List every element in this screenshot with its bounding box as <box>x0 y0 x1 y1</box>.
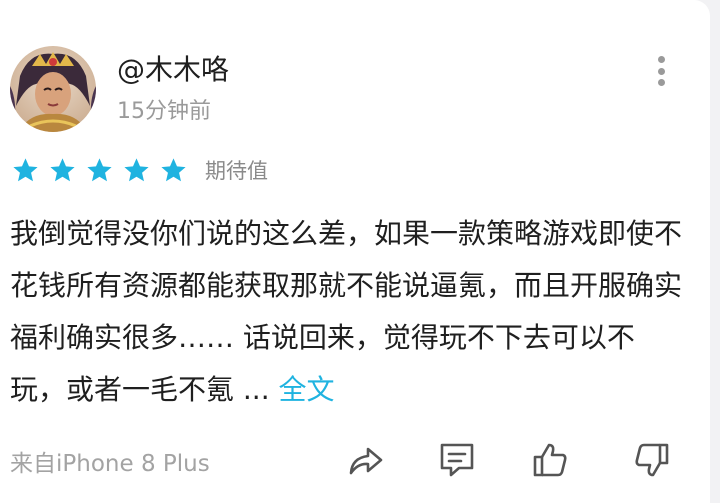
more-dot <box>657 56 665 63</box>
review-text: 我倒觉得没你们说的这么差，如果一款策略游戏即使不花钱所有资源都能获取那就不能说逼… <box>10 208 690 416</box>
rating-label: 期待值 <box>205 159 268 183</box>
thumbs-up-icon <box>533 443 567 477</box>
username[interactable]: @木木咯 <box>117 52 229 88</box>
more-dot <box>657 67 665 75</box>
comment-icon <box>440 443 474 477</box>
star-icon <box>161 157 186 181</box>
star-icon <box>87 157 112 181</box>
star-icon <box>124 157 149 181</box>
star-icon <box>50 157 75 181</box>
star-rating <box>10 156 189 185</box>
comment-button[interactable] <box>435 440 479 480</box>
star-icon <box>13 157 38 181</box>
share-button[interactable] <box>344 440 388 480</box>
post-time: 15分钟前 <box>117 99 211 124</box>
device-label: 来自iPhone 8 Plus <box>10 451 210 477</box>
review-card: @木木咯 15分钟前 期待值 我倒觉得没你们说的这么差，如果一款策略游戏即使不花… <box>0 0 710 503</box>
action-bar: 来自iPhone 8 Plus <box>10 440 690 480</box>
avatar-image <box>10 46 96 132</box>
more-vertical-icon[interactable] <box>648 56 674 86</box>
thumbs-down-icon <box>635 443 669 477</box>
review-body: 我倒觉得没你们说的这么差，如果一款策略游戏即使不花钱所有资源都能获取那就不能说逼… <box>10 217 683 406</box>
dislike-button[interactable] <box>630 440 674 480</box>
like-button[interactable] <box>528 440 572 480</box>
more-dot <box>657 79 665 86</box>
avatar[interactable] <box>10 46 96 132</box>
share-icon <box>349 447 383 475</box>
rating: 期待值 <box>10 155 268 185</box>
expand-link[interactable]: 全文 <box>279 373 335 406</box>
